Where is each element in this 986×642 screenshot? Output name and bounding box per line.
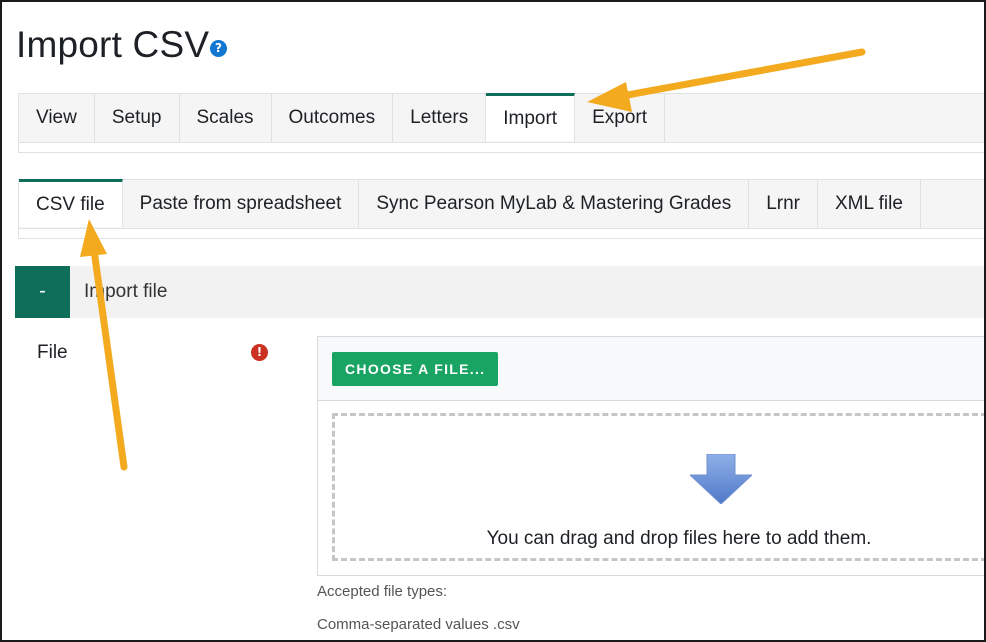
required-icon: ! bbox=[251, 344, 268, 361]
file-picker: CHOOSE A FILE... You can drag and drop f… bbox=[317, 336, 984, 576]
import-type-tabs: CSV file Paste from spreadsheet Sync Pea… bbox=[18, 179, 984, 229]
accepted-type-csv: Comma-separated values .csv bbox=[317, 616, 520, 633]
download-arrow-icon bbox=[690, 454, 752, 504]
tabbar-divider bbox=[18, 143, 984, 153]
arrow-to-csv-tab-icon bbox=[80, 219, 128, 471]
drop-zone-text: You can drag and drop files here to add … bbox=[486, 528, 872, 549]
tab-scales[interactable]: Scales bbox=[180, 94, 272, 142]
tab-sync-pearson[interactable]: Sync Pearson MyLab & Mastering Grades bbox=[359, 180, 750, 228]
tab-xml-file[interactable]: XML file bbox=[818, 180, 921, 228]
drop-zone[interactable]: You can drag and drop files here to add … bbox=[332, 413, 984, 561]
collapse-button[interactable]: - bbox=[15, 266, 70, 318]
file-picker-toolbar: CHOOSE A FILE... bbox=[318, 337, 984, 401]
choose-file-button[interactable]: CHOOSE A FILE... bbox=[332, 352, 499, 386]
import-file-section-header: - Import file bbox=[15, 266, 984, 318]
tabbar-divider bbox=[18, 229, 984, 239]
accepted-types-label: Accepted file types: bbox=[317, 583, 448, 600]
gradebook-tabs: View Setup Scales Outcomes Letters Impor… bbox=[18, 93, 984, 143]
tab-outcomes[interactable]: Outcomes bbox=[272, 94, 394, 142]
tab-view[interactable]: View bbox=[19, 94, 95, 142]
tab-setup[interactable]: Setup bbox=[95, 94, 180, 142]
tab-paste-from-spreadsheet[interactable]: Paste from spreadsheet bbox=[123, 180, 360, 228]
tab-lrnr[interactable]: Lrnr bbox=[749, 180, 818, 228]
tabbar-spacer bbox=[665, 94, 984, 142]
file-label: File bbox=[37, 342, 68, 363]
section-title: Import file bbox=[84, 281, 168, 302]
tab-csv-file[interactable]: CSV file bbox=[19, 179, 123, 227]
tab-letters[interactable]: Letters bbox=[393, 94, 487, 142]
tabbar-spacer bbox=[921, 180, 984, 228]
screenshot-frame: Import CSV ? View Setup Scales Outcomes … bbox=[0, 0, 986, 642]
tab-export[interactable]: Export bbox=[575, 94, 665, 142]
help-icon[interactable]: ? bbox=[210, 40, 227, 57]
page-title: Import CSV bbox=[16, 24, 210, 65]
tab-import[interactable]: Import bbox=[486, 93, 576, 141]
